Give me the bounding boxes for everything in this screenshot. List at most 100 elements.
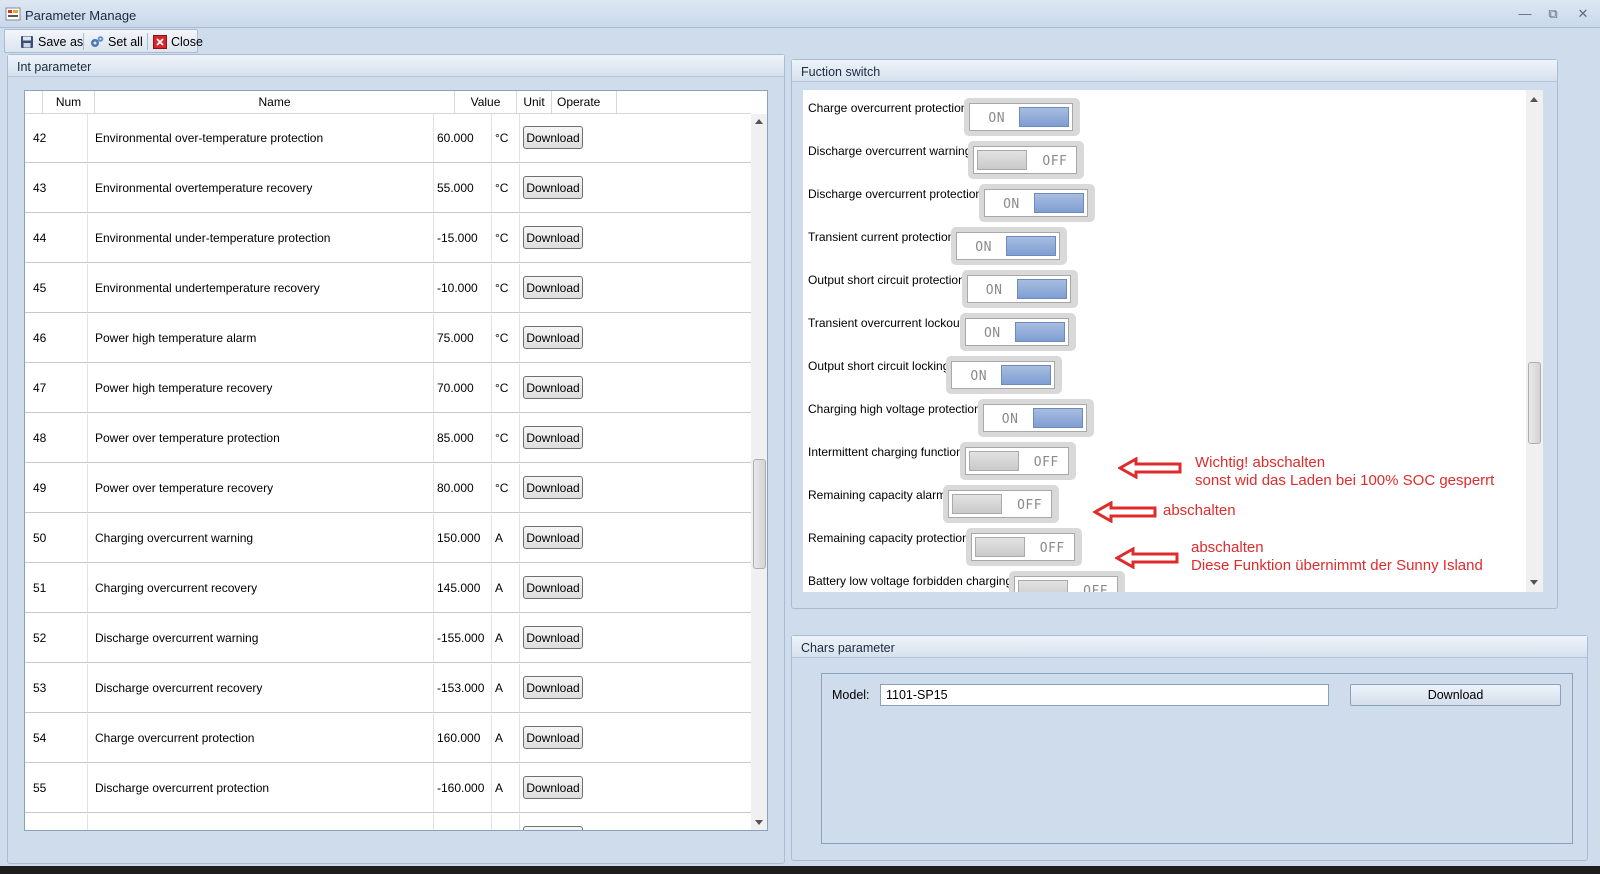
close-button[interactable]: Close	[150, 32, 206, 51]
scroll-down-icon[interactable]	[1530, 580, 1538, 585]
row-download-button[interactable]: Download	[523, 426, 583, 449]
table-row[interactable]: 55 Discharge overcurrent protection -160.0…	[25, 764, 751, 813]
toggle-knob[interactable]	[974, 537, 1025, 557]
toggle-switch-on[interactable]: ON	[951, 361, 1056, 389]
row-num: 49	[33, 481, 47, 495]
column-divider	[87, 514, 88, 562]
switch-row: Discharge overcurrent protection ON	[808, 179, 1528, 222]
column-divider	[87, 764, 88, 812]
annotation-line: abschalten	[1191, 539, 1264, 556]
scroll-down-icon[interactable]	[755, 820, 763, 825]
toggle-switch-on[interactable]: ON	[964, 318, 1069, 346]
scroll-thumb[interactable]	[753, 459, 766, 569]
save-as-button[interactable]: Save as	[17, 32, 86, 51]
header-num[interactable]: Num	[43, 91, 95, 113]
table-row[interactable]: 44 Environmental under-temperature protec…	[25, 214, 751, 263]
toggle-knob[interactable]	[1032, 408, 1083, 428]
chars-download-button[interactable]: Download	[1350, 684, 1561, 706]
table-row[interactable]: 45 Environmental undertemperature recover…	[25, 264, 751, 313]
header-spacer	[25, 91, 43, 113]
row-download-button[interactable]: Download	[523, 176, 583, 199]
toggle-knob[interactable]	[1016, 279, 1067, 299]
header-value[interactable]: Value	[455, 91, 517, 113]
toggle-switch-on[interactable]: ON	[956, 232, 1061, 260]
row-download-button[interactable]: Download	[523, 676, 583, 699]
scroll-up-icon[interactable]	[1530, 97, 1538, 102]
table-row[interactable]: 49 Power over temperature recovery 80.000 °…	[25, 464, 751, 513]
table-row[interactable]: 53 Discharge overcurrent recovery -153.000…	[25, 664, 751, 713]
toggle-switch-on[interactable]: ON	[982, 404, 1087, 432]
model-input[interactable]	[880, 684, 1329, 706]
column-divider	[519, 264, 520, 312]
column-divider	[87, 464, 88, 512]
table-row[interactable]: 56Transient overcurrent protection-250.0…	[25, 814, 751, 830]
set-all-button[interactable]: Set all	[87, 32, 146, 51]
row-download-button[interactable]: Download	[523, 326, 583, 349]
header-unit[interactable]: Unit	[517, 91, 552, 113]
toggle-switch-on[interactable]: ON	[966, 275, 1071, 303]
annotation-capacity-alarm: abschalten	[1163, 502, 1236, 520]
row-name: Environmental under-temperature protecti…	[95, 231, 331, 245]
row-download-button[interactable]: Download	[523, 826, 583, 830]
row-download-button[interactable]: Download	[523, 626, 583, 649]
toggle-switch-off[interactable]: OFF	[970, 533, 1075, 561]
table-row[interactable]: 51 Charging overcurrent recovery 145.000 A D…	[25, 564, 751, 613]
toggle-knob[interactable]	[977, 150, 1028, 170]
switch-row: Transient current protection ON	[808, 222, 1528, 265]
toggle-knob[interactable]	[1001, 365, 1052, 385]
table-row[interactable]: 43 Environmental overtemperature recovery…	[25, 164, 751, 213]
scroll-up-icon[interactable]	[755, 119, 763, 124]
table-row[interactable]: 52 Discharge overcurrent warning -155.000 A…	[25, 614, 751, 663]
toggle-knob[interactable]	[952, 494, 1003, 514]
toggle-switch-off[interactable]: OFF	[948, 490, 1053, 518]
row-download-button[interactable]: Download	[523, 126, 583, 149]
table-row[interactable]: 46 Power high temperature alarm 75.000 °C Do…	[25, 314, 751, 363]
toggle-frame: ON	[959, 313, 1076, 351]
row-download-button[interactable]: Download	[523, 376, 583, 399]
toggle-knob[interactable]	[1018, 580, 1069, 592]
row-value: 160.000	[437, 731, 481, 745]
table-row[interactable]: 47 Power high temperature recovery 70.000 °…	[25, 364, 751, 413]
table-row[interactable]: 42 Environmental over-temperature protect…	[25, 114, 751, 163]
table-row[interactable]: 48 Power over temperature protection 85.00…	[25, 414, 751, 463]
switch-scrollbar[interactable]	[1526, 90, 1543, 592]
toggle-knob[interactable]	[968, 451, 1019, 471]
column-divider	[491, 614, 492, 662]
toggle-knob[interactable]	[1006, 236, 1057, 256]
column-divider	[519, 614, 520, 662]
row-download-button[interactable]: Download	[523, 276, 583, 299]
toggle-knob[interactable]	[1034, 193, 1085, 213]
toggle-knob[interactable]	[1019, 107, 1070, 127]
column-divider	[519, 314, 520, 362]
scroll-thumb[interactable]	[1528, 362, 1541, 444]
row-value: 85.000	[437, 431, 474, 445]
column-divider	[519, 814, 520, 830]
toggle-switch-off[interactable]: OFF	[1014, 576, 1119, 592]
close-window-icon[interactable]: ✕	[1572, 6, 1594, 22]
restore-icon[interactable]: ⧉	[1542, 6, 1564, 22]
switch-label: Charging high voltage protection	[808, 402, 981, 416]
minimize-icon[interactable]: —	[1514, 6, 1536, 22]
row-num: 53	[33, 681, 47, 695]
close-label: Close	[171, 34, 203, 49]
toggle-switch-on[interactable]: ON	[984, 189, 1089, 217]
header-operate[interactable]: Operate	[552, 91, 617, 113]
header-name[interactable]: Name	[95, 91, 455, 113]
annotation-line: Diese Funktion übernimmt der Sunny Islan…	[1191, 557, 1483, 574]
column-divider	[519, 364, 520, 412]
table-row[interactable]: 54 Charge overcurrent protection 160.000 A D…	[25, 714, 751, 763]
row-download-button[interactable]: Download	[523, 776, 583, 799]
row-download-button[interactable]: Download	[523, 226, 583, 249]
toggle-switch-on[interactable]: ON	[969, 103, 1074, 131]
switch-row: Output short circuit protection ON	[808, 265, 1528, 308]
row-download-button[interactable]: Download	[523, 476, 583, 499]
toggle-knob[interactable]	[1014, 322, 1065, 342]
switch-row: Discharge overcurrent warning OFF	[808, 136, 1528, 179]
row-download-button[interactable]: Download	[523, 526, 583, 549]
table-row[interactable]: 50 Charging overcurrent warning 150.000 A Do…	[25, 514, 751, 563]
row-download-button[interactable]: Download	[523, 726, 583, 749]
toggle-switch-off[interactable]: OFF	[973, 146, 1078, 174]
toggle-switch-off[interactable]: OFF	[964, 447, 1069, 475]
row-download-button[interactable]: Download	[523, 576, 583, 599]
table-scrollbar[interactable]	[751, 114, 767, 830]
